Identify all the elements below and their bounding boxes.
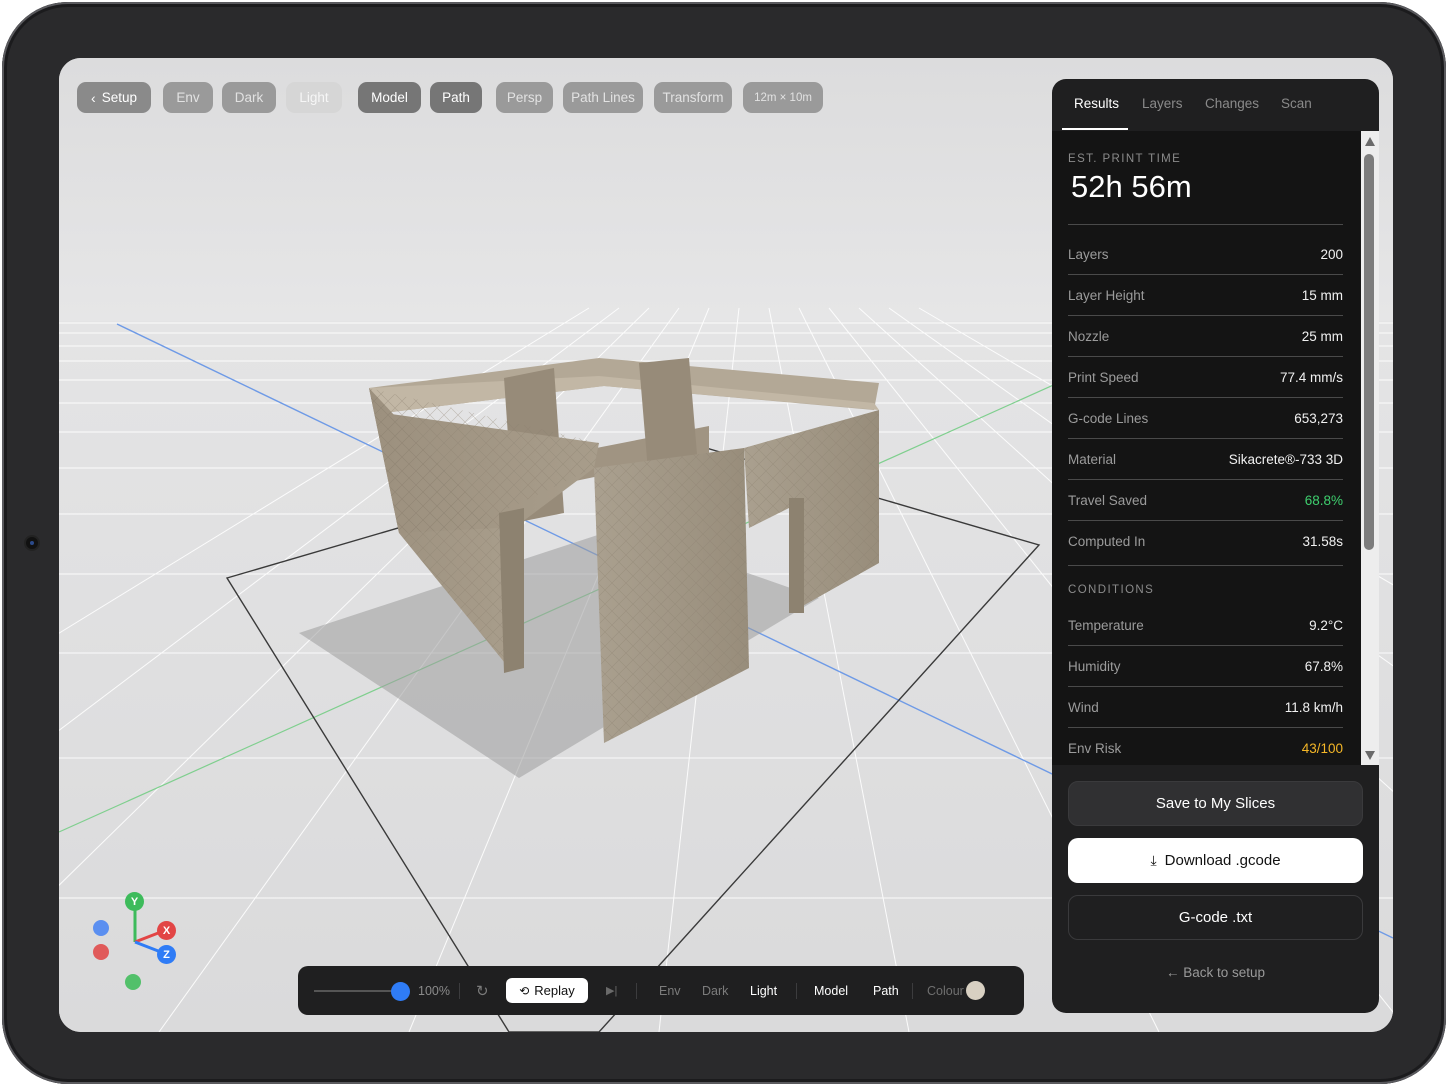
condition-row: Wind 11.8 km/h (1068, 687, 1343, 727)
condition-value: 9.2°C (1309, 617, 1343, 633)
tab-changes[interactable]: Changes (1205, 96, 1259, 111)
view-toolbar: ‹ Setup Env Dark Light Model Path Persp … (77, 82, 823, 113)
colour-label: Colour (927, 983, 964, 998)
stat-value: 77.4 mm/s (1279, 369, 1343, 385)
print-time-label: EST. PRINT TIME (1068, 153, 1182, 165)
condition-row: Humidity 67.8% (1068, 646, 1343, 686)
setup-button[interactable]: ‹ Setup (77, 82, 151, 113)
stat-value: 31.58s (1302, 533, 1343, 549)
active-tab-indicator (1062, 128, 1128, 130)
divider (459, 983, 460, 999)
divider (1068, 224, 1343, 225)
condition-label: Wind (1068, 699, 1099, 715)
condition-row: Env Risk 43/100 (1068, 728, 1343, 768)
replay-button[interactable]: ⟲ Replay (506, 978, 588, 1003)
panel-tabs: Results Layers Changes Scan (1052, 79, 1379, 131)
stat-row: G-code Lines 653,273 (1068, 398, 1343, 438)
app-screen: ‹ Setup Env Dark Light Model Path Persp … (59, 58, 1393, 1032)
bottom-light-toggle[interactable]: Light (750, 966, 777, 1015)
divider (1068, 565, 1343, 566)
condition-row: Temperature 9.2°C (1068, 605, 1343, 645)
neg-z-axis-handle[interactable] (93, 920, 109, 936)
condition-label: Temperature (1068, 617, 1144, 633)
condition-value: 67.8% (1304, 658, 1343, 674)
stat-label: Nozzle (1068, 328, 1110, 344)
save-to-my-slices-button[interactable]: Save to My Slices (1068, 781, 1363, 826)
speed-value: 100% (418, 983, 450, 998)
path-button[interactable]: Path (430, 82, 482, 113)
stat-row: Layer Height 15 mm (1068, 275, 1343, 315)
dark-button[interactable]: Dark (222, 82, 276, 113)
z-axis-handle[interactable]: Z (157, 945, 176, 964)
stat-row: Layers 200 (1068, 234, 1343, 274)
divider (636, 983, 637, 999)
gcode-txt-button[interactable]: G-code .txt (1068, 895, 1363, 940)
path-lines-button[interactable]: Path Lines (563, 82, 643, 113)
condition-label: Humidity (1068, 658, 1121, 674)
axis-gizmo[interactable]: Y X Z (89, 884, 189, 994)
condition-value: 11.8 km/h (1284, 699, 1343, 715)
light-button[interactable]: Light (286, 82, 342, 113)
bottom-path-toggle[interactable]: Path (873, 966, 899, 1015)
divider (912, 983, 913, 999)
condition-value: 43/100 (1301, 740, 1343, 756)
stat-value: 653,273 (1294, 410, 1343, 426)
stat-value: 200 (1320, 246, 1343, 262)
conditions-label: CONDITIONS (1068, 584, 1155, 596)
skip-end-icon[interactable]: ▶| (606, 966, 617, 1015)
tablet-frame: ‹ Setup Env Dark Light Model Path Persp … (2, 2, 1446, 1084)
tab-scan[interactable]: Scan (1281, 96, 1312, 111)
stat-row: Material Sikacrete®-733 3D (1068, 439, 1343, 479)
speed-slider-knob[interactable] (391, 982, 410, 1001)
reset-icon[interactable]: ↻ (476, 966, 489, 1015)
stat-row: Print Speed 77.4 mm/s (1068, 357, 1343, 397)
scroll-down-arrow[interactable] (1365, 751, 1375, 760)
env-button[interactable]: Env (163, 82, 213, 113)
stat-row: Computed In 31.58s (1068, 521, 1343, 561)
persp-button[interactable]: Persp (496, 82, 553, 113)
neg-x-axis-handle[interactable] (93, 944, 109, 960)
download-gcode-button[interactable]: ⤓ Download .gcode (1068, 838, 1363, 883)
results-list[interactable]: EST. PRINT TIME 52h 56m Layers 200 Layer H… (1052, 131, 1379, 765)
results-panel: Results Layers Changes Scan EST. PRINT T… (1052, 79, 1379, 1013)
stat-label: Travel Saved (1068, 492, 1148, 508)
condition-label: Env Risk (1068, 740, 1122, 756)
download-icon: ⤓ (1150, 852, 1157, 868)
bottom-model-toggle[interactable]: Model (814, 966, 848, 1015)
print-time-value: 52h 56m (1071, 169, 1192, 204)
size-badge: 12m × 10m (743, 82, 823, 113)
y-axis-handle[interactable]: Y (125, 892, 144, 911)
stat-value: 68.8% (1304, 492, 1343, 508)
stat-label: Layer Height (1068, 287, 1145, 303)
model-button[interactable]: Model (358, 82, 421, 113)
stat-row: Travel Saved 68.8% (1068, 480, 1343, 520)
bottom-dark-toggle[interactable]: Dark (702, 966, 728, 1015)
scroll-thumb[interactable] (1364, 154, 1374, 550)
stat-label: Print Speed (1068, 369, 1139, 385)
divider (796, 983, 797, 999)
x-axis-handle[interactable]: X (157, 921, 176, 940)
back-to-setup-link[interactable]: ← Back to setup (1052, 965, 1379, 980)
front-camera (26, 537, 38, 549)
colour-swatch[interactable] (966, 981, 985, 1000)
bottom-env-toggle[interactable]: Env (659, 966, 681, 1015)
tab-layers[interactable]: Layers (1142, 96, 1183, 111)
stat-value: Sikacrete®-733 3D (1228, 451, 1343, 467)
scroll-up-arrow[interactable] (1365, 137, 1375, 146)
chevron-left-icon: ‹ (91, 89, 96, 106)
stat-value: 15 mm (1301, 287, 1343, 303)
transform-button[interactable]: Transform (654, 82, 732, 113)
neg-y-axis-handle[interactable] (125, 974, 141, 990)
replay-icon: ⟲ (519, 983, 530, 998)
speed-slider-track[interactable] (314, 990, 400, 992)
playback-toolbar: 100% ↻ ⟲ Replay ▶| Env Dark Light Model … (298, 966, 1024, 1015)
tab-results[interactable]: Results (1074, 96, 1119, 111)
stat-label: Material (1068, 451, 1117, 467)
stat-label: Computed In (1068, 533, 1146, 549)
stat-label: G-code Lines (1068, 410, 1149, 426)
stat-row: Nozzle 25 mm (1068, 316, 1343, 356)
stat-label: Layers (1068, 246, 1109, 262)
stat-value: 25 mm (1301, 328, 1343, 344)
